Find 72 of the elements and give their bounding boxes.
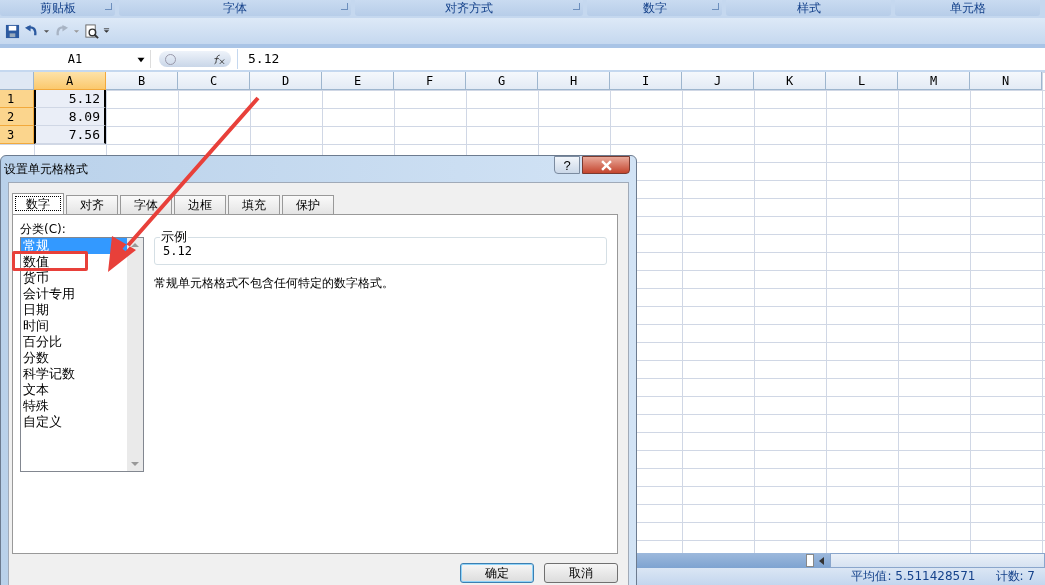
dropdown-arrow-icon[interactable]	[43, 27, 50, 35]
column-header[interactable]: I	[610, 72, 682, 90]
list-item[interactable]: 自定义	[21, 414, 62, 430]
sample-value: 5.12	[163, 244, 192, 258]
dialog-title: 设置单元格格式	[4, 160, 88, 178]
dialog-button[interactable]: 确定	[460, 563, 534, 583]
description-text: 常规单元格格式不包含任何特定的数字格式。	[154, 275, 395, 292]
list-item[interactable]: 日期	[21, 302, 49, 318]
column-header[interactable]: C	[178, 72, 250, 90]
status-average: 平均值: 5.511428571	[851, 568, 976, 585]
list-item[interactable]: 分数	[21, 350, 49, 366]
column-header[interactable]: E	[322, 72, 394, 90]
list-item[interactable]: 百分比	[21, 334, 62, 350]
group-label: 字体	[223, 0, 247, 17]
table-cell: 7.56	[34, 126, 106, 144]
group-label: 对齐方式	[445, 0, 493, 17]
help-button[interactable]: ?	[554, 156, 580, 174]
scroll-up-icon[interactable]	[131, 242, 139, 248]
column-header[interactable]: G	[466, 72, 538, 90]
dialog-launcher-icon[interactable]	[712, 3, 719, 10]
row-header[interactable]: 1	[0, 90, 34, 108]
column-header[interactable]: N	[970, 72, 1042, 90]
list-item[interactable]: 特殊	[21, 398, 49, 414]
list-item[interactable]: 数值	[21, 254, 49, 270]
tab[interactable]: 对齐	[66, 195, 118, 214]
table-cell: 5.12	[34, 90, 106, 108]
scroll-left-icon[interactable]	[818, 555, 826, 566]
dialog-launcher-icon[interactable]	[573, 3, 580, 10]
category-label: 分类(C):	[20, 221, 67, 237]
list-item[interactable]: 时间	[21, 318, 49, 334]
name-box[interactable]: A1	[0, 50, 151, 68]
column-header[interactable]: J	[682, 72, 754, 90]
list-item[interactable]: 货币	[21, 270, 49, 286]
table-cell: 8.09	[34, 108, 106, 126]
list-item[interactable]: 文本	[21, 382, 49, 398]
group-label: 样式	[796, 0, 821, 17]
customize-icon[interactable]	[103, 27, 110, 35]
dropdown-arrow-icon[interactable]	[73, 27, 80, 35]
status-count: 计数: 7	[995, 568, 1035, 585]
row-header[interactable]: 2	[0, 108, 34, 126]
dialog-button[interactable]: 取消	[544, 563, 618, 583]
split-handle[interactable]	[806, 554, 814, 567]
row-header[interactable]: 3	[0, 126, 34, 144]
close-icon	[600, 159, 612, 171]
column-header[interactable]: A	[34, 72, 106, 90]
select-all-corner[interactable]	[0, 72, 34, 90]
tab[interactable]: 字体	[120, 195, 172, 214]
column-header[interactable]: K	[754, 72, 826, 90]
column-header[interactable]: M	[898, 72, 970, 90]
tab[interactable]: 填充	[228, 195, 280, 214]
dialog-launcher-icon[interactable]	[105, 3, 112, 10]
dialog-launcher-icon[interactable]	[341, 3, 348, 10]
formula-input[interactable]: 5.12	[237, 49, 1045, 69]
scroll-down-icon[interactable]	[131, 461, 139, 467]
close-button[interactable]	[582, 156, 630, 174]
scrollbar[interactable]	[127, 238, 143, 471]
column-header[interactable]: D	[250, 72, 322, 90]
list-item[interactable]: 会计专用	[21, 286, 75, 302]
sample-legend: 示例	[160, 228, 188, 246]
group-label: 单元格	[949, 0, 986, 17]
tab[interactable]: 保护	[282, 195, 334, 214]
list-item[interactable]: 科学记数	[21, 366, 75, 382]
column-header[interactable]: H	[538, 72, 610, 90]
group-label: 数字	[642, 0, 667, 17]
group-label: 剪贴板	[39, 0, 76, 17]
save-icon[interactable]	[5, 23, 20, 39]
column-header[interactable]: B	[106, 72, 178, 90]
column-header[interactable]: L	[826, 72, 898, 90]
tab[interactable]: 边框	[174, 195, 226, 214]
column-header[interactable]: F	[394, 72, 466, 90]
tab[interactable]: 数字	[12, 193, 64, 214]
print-preview-icon[interactable]	[84, 23, 99, 39]
